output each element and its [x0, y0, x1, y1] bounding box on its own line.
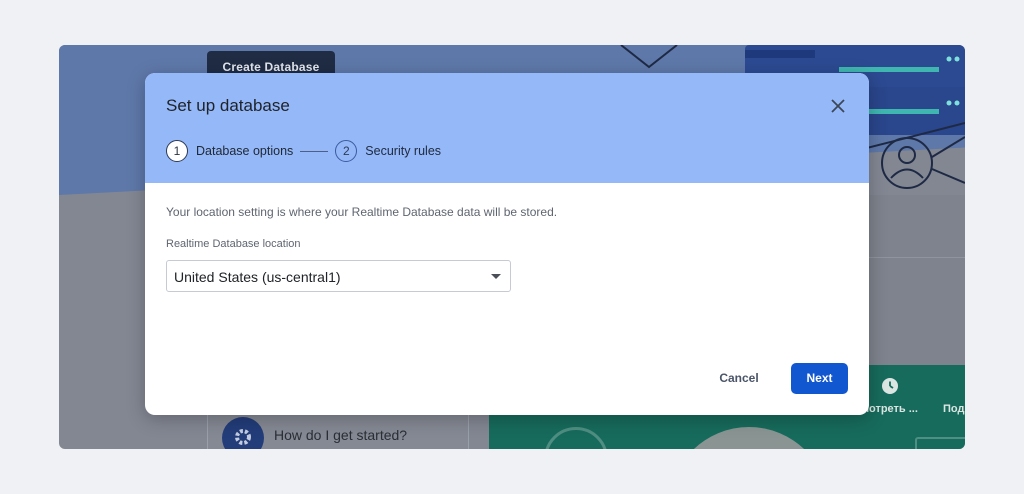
- gear-icon: [222, 417, 264, 449]
- dialog-body: Your location setting is where your Real…: [166, 205, 846, 292]
- cloud-illustration: [669, 427, 829, 449]
- pod-link[interactable]: Под: [943, 403, 964, 415]
- step-2-indicator: 2: [335, 140, 358, 162]
- location-select-value: United States (us-central1): [174, 269, 341, 285]
- close-icon: [831, 99, 845, 113]
- close-button[interactable]: [827, 95, 849, 117]
- clock-icon: [882, 378, 898, 394]
- next-button[interactable]: Next: [791, 363, 848, 394]
- step-1-label: Database options: [196, 144, 294, 158]
- location-field-label: Realtime Database location: [166, 238, 301, 250]
- location-select[interactable]: United States (us-central1): [166, 260, 511, 292]
- cancel-button[interactable]: Cancel: [712, 363, 766, 393]
- decorative-circle: [544, 427, 608, 449]
- caret-down-icon: [491, 274, 501, 279]
- location-info-text: Your location setting is where your Real…: [166, 205, 558, 219]
- step-1-indicator: 1: [166, 140, 188, 162]
- watch-link[interactable]: мотреть ...: [861, 403, 918, 415]
- step-connector: [300, 150, 329, 152]
- setup-database-dialog: Set up database 1 Database options 2 Sec…: [145, 73, 869, 415]
- step-2-label: Security rules: [365, 144, 442, 158]
- stepper: 1 Database options 2 Security rules: [166, 139, 441, 163]
- decorative-rectangle: [915, 437, 965, 449]
- dialog-header: Set up database 1 Database options 2 Sec…: [145, 73, 869, 183]
- dialog-title: Set up database: [166, 96, 290, 115]
- help-card-title: How do I get started?: [274, 427, 408, 443]
